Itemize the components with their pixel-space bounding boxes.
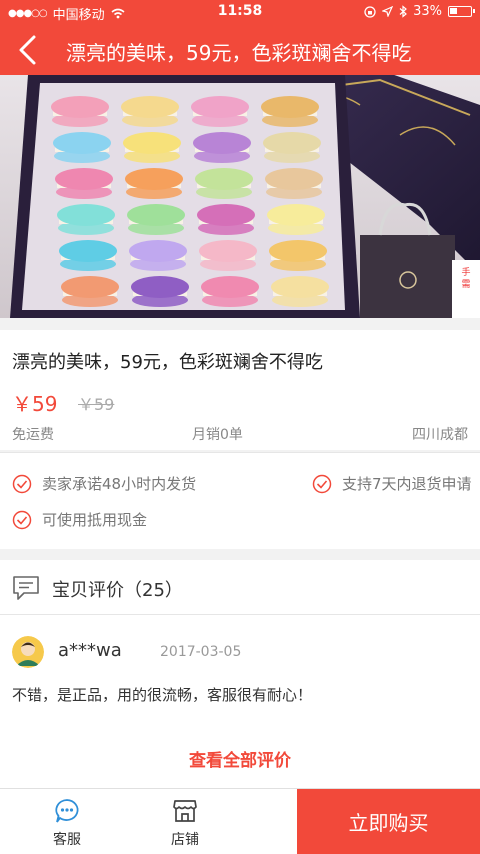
macaron [51, 96, 109, 118]
service-guarantees: 卖家承诺48小时内发货 支持7天内退货申请 可使用抵用现金 [0, 452, 480, 549]
review-username: a***wa [58, 640, 122, 661]
macaron [201, 276, 259, 298]
svg-text:需: 需 [461, 279, 470, 290]
check-circle-icon [12, 510, 32, 529]
orientation-lock-icon [364, 5, 376, 18]
macaron [193, 132, 251, 154]
check-circle-icon [312, 474, 332, 493]
bottom-action-bar: 客服 店铺 立即购买 [0, 788, 480, 854]
back-button[interactable] [8, 31, 48, 69]
review-date: 2017-03-05 [160, 644, 242, 660]
customer-service-label: 客服 [53, 832, 81, 848]
avatar [12, 636, 44, 668]
guarantee-48h-label: 卖家承诺48小时内发货 [42, 475, 197, 493]
user-avatar-icon [12, 636, 44, 668]
macaron [129, 240, 187, 262]
macaron [125, 168, 183, 190]
guarantee-48h: 卖家承诺48小时内发货 [12, 473, 196, 494]
guarantee-cash-label: 可使用抵用现金 [42, 511, 148, 529]
macaron [57, 204, 115, 226]
shop-label: 店铺 [171, 832, 199, 848]
macaron [199, 240, 257, 262]
view-all-reviews-link[interactable]: 查看全部评价 [0, 746, 480, 771]
monthly-sales: 月销0单 [192, 427, 243, 443]
comment-icon [13, 576, 39, 600]
macaron [191, 96, 249, 118]
top-bar: ●●●○○ 中国移动 11:58 33% 漂亮的美味，59元，色彩斑斓舍不得吃 [0, 0, 480, 75]
bluetooth-icon [399, 5, 408, 18]
seller-location: 四川成都 [412, 427, 468, 443]
chevron-left-icon [19, 35, 36, 65]
macaron [59, 240, 117, 262]
svg-text:手: 手 [461, 266, 470, 278]
status-bar: ●●●○○ 中国移动 11:58 33% [0, 0, 480, 25]
check-circle-icon [12, 474, 32, 493]
macaron [261, 96, 319, 118]
macaron [53, 132, 111, 154]
reviews-header[interactable]: 宝贝评价（25） [0, 560, 480, 615]
guarantee-7day-label: 支持7天内退货申请 [342, 475, 472, 493]
guarantee-cash-voucher: 可使用抵用现金 [12, 509, 147, 530]
current-price: ￥59 [12, 392, 58, 416]
product-info: 漂亮的美味，59元，色彩斑斓舍不得吃 ￥59 ￥59 免运费 月销0单 四川成都 [0, 330, 480, 450]
macaron [271, 276, 329, 298]
guarantee-7day-return: 支持7天内退货申请 [312, 473, 472, 494]
macaron [265, 168, 323, 190]
shop-icon [173, 800, 197, 822]
buy-now-button[interactable]: 立即购买 [297, 789, 480, 854]
location-icon [382, 6, 394, 17]
nav-bar: 漂亮的美味，59元，色彩斑斓舍不得吃 [0, 25, 480, 75]
product-title: 漂亮的美味，59元，色彩斑斓舍不得吃 [12, 352, 323, 373]
shipping-label: 免运费 [12, 427, 54, 443]
macaron [267, 204, 325, 226]
macaron [121, 96, 179, 118]
macaron [55, 168, 113, 190]
macaron [197, 204, 255, 226]
battery-percent: 33% [413, 4, 442, 19]
reviews-title: 宝贝评价（25） [52, 580, 183, 601]
macaron [131, 276, 189, 298]
macaron [123, 132, 181, 154]
page-title: 漂亮的美味，59元，色彩斑斓舍不得吃 [66, 41, 412, 65]
customer-service-button[interactable]: 客服 [7, 789, 127, 854]
macaron [269, 240, 327, 262]
macaron [61, 276, 119, 298]
battery-icon [448, 6, 475, 17]
chat-bubble-icon [55, 799, 79, 823]
macaron-box-illustration: 手 需 [0, 75, 480, 318]
reviews-section: 宝贝评价（25） a***wa 2017-03-05 不错，是正品，用的很流畅，… [0, 560, 480, 788]
macaron [263, 132, 321, 154]
original-price: ￥59 [78, 395, 115, 414]
macaron [195, 168, 253, 190]
macaron [127, 204, 185, 226]
shop-button[interactable]: 店铺 [125, 789, 245, 854]
product-image[interactable]: 手 需 [0, 75, 480, 318]
review-text: 不错，是正品，用的很流畅，客服很有耐心！ [12, 686, 313, 704]
